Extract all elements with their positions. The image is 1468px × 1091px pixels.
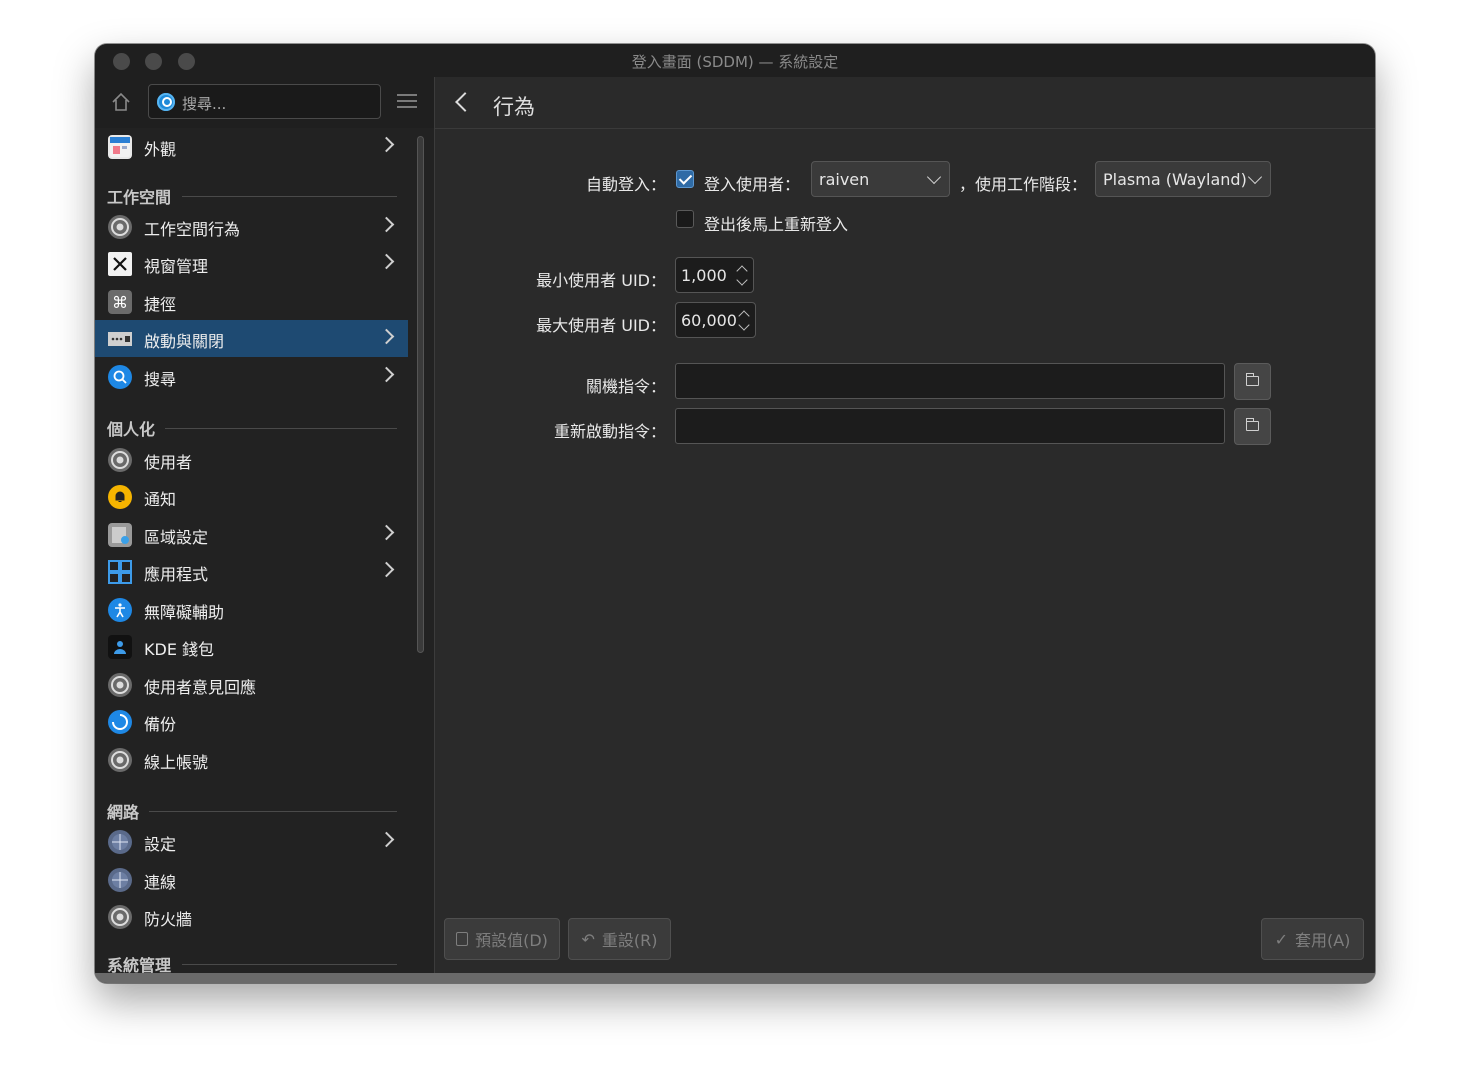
halt-command-input[interactable] — [675, 363, 1225, 399]
section-header-personalization: 個人化 — [107, 416, 397, 440]
startup-shutdown-icon — [108, 332, 132, 346]
chevron-down-icon — [1247, 169, 1263, 185]
section-header-network: 網路 — [107, 799, 397, 823]
chevron-down-icon — [926, 169, 942, 185]
sidebar-item-search[interactable]: 搜尋 — [95, 358, 408, 395]
halt-command-label: 關機指令： — [585, 377, 666, 396]
search-icon — [108, 365, 132, 389]
search-input[interactable]: 搜尋... — [148, 84, 381, 119]
firewall-icon — [108, 905, 132, 929]
session-label: ，使用工作階段： — [959, 175, 1088, 194]
page-header: 行為 — [435, 77, 1375, 129]
hamburger-menu-icon[interactable] — [397, 94, 417, 108]
session-select[interactable]: Plasma (Wayland) — [1095, 161, 1271, 197]
search-placeholder: 搜尋... — [182, 95, 227, 113]
sidebar: 搜尋... 外觀 工作空間 工作空間行為 視窗管理 ⌘ 捷徑 啟動與關閉 搜尋 … — [95, 77, 435, 973]
chevron-right-icon — [381, 216, 391, 226]
window-title: 登入畫面 (SDDM) — 系統設定 — [631, 53, 839, 71]
undo-icon: ↶ — [581, 929, 595, 949]
login-user-label: 登入使用者： — [704, 175, 801, 194]
sidebar-item-accessibility[interactable]: 無障礙輔助 — [95, 591, 408, 628]
section-header-workspace: 工作空間 — [107, 184, 397, 208]
relogin-checkbox[interactable] — [676, 210, 694, 228]
users-icon — [108, 448, 132, 472]
sidebar-item-online-accounts[interactable]: 線上帳號 — [95, 741, 408, 778]
sidebar-item-shortcuts[interactable]: ⌘ 捷徑 — [95, 283, 408, 320]
back-arrow-icon[interactable] — [453, 93, 469, 109]
command-key-icon: ⌘ — [108, 290, 132, 314]
settings-window: 登入畫面 (SDDM) — 系統設定 搜尋... 外觀 工作空間 工作空間行為 … — [95, 44, 1375, 983]
sidebar-item-connections[interactable]: 連線 — [95, 861, 408, 898]
sidebar-item-users[interactable]: 使用者 — [95, 441, 408, 478]
sidebar-item-firewall[interactable]: 防火牆 — [95, 898, 408, 935]
chevron-right-icon — [381, 561, 391, 571]
reboot-command-input[interactable] — [675, 408, 1225, 444]
autologin-label: 自動登入： — [585, 175, 666, 194]
chevron-right-icon — [381, 328, 391, 338]
checkmark-icon: ✓ — [1274, 929, 1288, 949]
max-uid-label: 最大使用者 UID： — [536, 316, 666, 335]
apply-button[interactable]: ✓ 套用(A) — [1261, 918, 1364, 960]
sidebar-item-appearance[interactable]: 外觀 — [95, 128, 408, 165]
spin-down-icon — [738, 319, 750, 331]
sidebar-item-workspace-behavior[interactable]: 工作空間行為 — [95, 208, 408, 245]
sidebar-item-window-management[interactable]: 視窗管理 — [95, 245, 408, 282]
applications-icon — [108, 560, 132, 584]
sidebar-item-kde-wallet[interactable]: KDE 錢包 — [95, 628, 408, 665]
max-uid-spinbox[interactable]: 60,000 — [675, 302, 756, 338]
chevron-right-icon — [381, 831, 391, 841]
sidebar-item-backup[interactable]: 備份 — [95, 703, 408, 740]
page-title: 行為 — [493, 95, 535, 119]
folder-icon — [1245, 373, 1259, 386]
wallet-icon — [108, 635, 132, 659]
document-icon — [456, 932, 469, 946]
appearance-icon — [108, 135, 132, 159]
folder-icon — [1245, 418, 1259, 431]
sidebar-scrollbar[interactable] — [417, 136, 424, 653]
chevron-right-icon — [381, 366, 391, 376]
login-user-select[interactable]: raiven — [811, 161, 950, 197]
relogin-label: 登出後馬上重新登入 — [704, 215, 849, 234]
bell-icon — [108, 485, 132, 509]
search-icon — [157, 93, 175, 111]
min-uid-spinbox[interactable]: 1,000 — [675, 257, 754, 293]
spin-down-icon — [736, 274, 748, 286]
online-accounts-icon — [108, 748, 132, 772]
reset-button[interactable]: ↶ 重設(R) — [568, 918, 671, 960]
chevron-right-icon — [381, 136, 391, 146]
window-x-icon — [108, 252, 132, 276]
reboot-command-label: 重新啟動指令： — [553, 422, 666, 441]
sidebar-item-network-settings[interactable]: 設定 — [95, 823, 408, 860]
workspace-icon — [108, 215, 132, 239]
defaults-button[interactable]: 預設值(D) — [444, 918, 560, 960]
sidebar-item-regional-settings[interactable]: 區域設定 — [95, 516, 408, 553]
accessibility-icon — [108, 598, 132, 622]
autologin-checkbox[interactable] — [676, 170, 694, 188]
sidebar-header: 搜尋... — [95, 77, 434, 128]
network-settings-icon — [108, 830, 132, 854]
sidebar-item-notifications[interactable]: 通知 — [95, 478, 408, 515]
sidebar-item-applications[interactable]: 應用程式 — [95, 553, 408, 590]
sidebar-item-startup-shutdown[interactable]: 啟動與關閉 — [95, 320, 408, 357]
sidebar-item-user-feedback[interactable]: 使用者意見回應 — [95, 666, 408, 703]
title-bar: 登入畫面 (SDDM) — 系統設定 — [95, 44, 1375, 77]
window-bottom-edge — [95, 973, 1375, 983]
backup-icon — [108, 710, 132, 734]
home-icon[interactable] — [110, 91, 132, 113]
connections-icon — [108, 868, 132, 892]
min-uid-label: 最小使用者 UID： — [536, 271, 666, 290]
regional-icon — [108, 523, 132, 547]
chevron-right-icon — [381, 524, 391, 534]
chevron-right-icon — [381, 253, 391, 263]
feedback-icon — [108, 673, 132, 697]
halt-browse-button[interactable] — [1234, 363, 1271, 400]
section-header-system-administration: 系統管理 — [107, 952, 397, 973]
reboot-browse-button[interactable] — [1234, 408, 1271, 445]
